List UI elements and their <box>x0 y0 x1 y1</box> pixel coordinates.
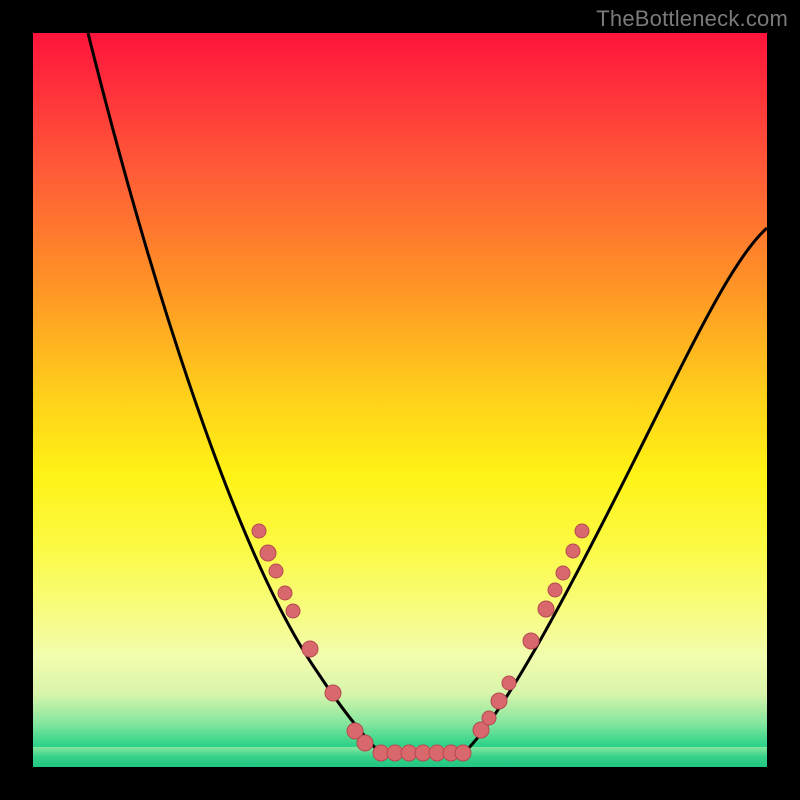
data-point <box>260 545 276 561</box>
data-point <box>252 524 266 538</box>
plot-area <box>33 33 767 767</box>
data-point <box>523 633 539 649</box>
data-point <box>556 566 570 580</box>
data-point <box>269 564 283 578</box>
chart-svg <box>33 33 767 767</box>
data-point <box>325 685 341 701</box>
data-point <box>566 544 580 558</box>
data-point <box>482 711 496 725</box>
data-point <box>502 676 516 690</box>
data-point <box>575 524 589 538</box>
chart-frame: TheBottleneck.com <box>0 0 800 800</box>
data-point <box>538 601 554 617</box>
data-point <box>548 583 562 597</box>
data-point <box>357 735 373 751</box>
data-point <box>278 586 292 600</box>
watermark-text: TheBottleneck.com <box>596 6 788 32</box>
data-point <box>491 693 507 709</box>
data-points-group <box>252 524 589 761</box>
bottleneck-curve <box>88 33 767 753</box>
data-point <box>455 745 471 761</box>
data-point <box>286 604 300 618</box>
data-point <box>302 641 318 657</box>
